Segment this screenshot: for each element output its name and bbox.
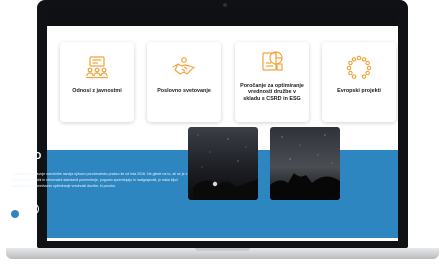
laptop-notch — [195, 248, 250, 251]
services-cards: Odnosi z javnostmi Poslovno svetovanje P… — [60, 42, 396, 122]
card-business-consulting[interactable]: Poslovno svetovanje — [147, 42, 221, 122]
site-header-bar — [47, 10, 398, 26]
card-label: Poslovno svetovanje — [157, 88, 211, 94]
accessibility-icon[interactable] — [9, 208, 21, 220]
card-european-projects[interactable]: Evropski projekti — [322, 42, 396, 122]
card-label: Evropski projekti — [337, 88, 381, 94]
report-chart-icon — [262, 51, 283, 71]
section-title: CSRD — [13, 151, 42, 162]
card-public-relations[interactable]: Odnosi z javnostmi — [60, 42, 134, 122]
card-csrd-esg-reporting[interactable]: Poročanje za optimiranje vrednosti družb… — [235, 42, 309, 122]
handshake-icon — [172, 57, 196, 75]
presentation-icon — [86, 56, 108, 79]
card-label: Odnosi z javnostmi — [72, 88, 122, 94]
night-sky-photo — [188, 127, 258, 200]
browser-screen: Odnosi z javnostmi Poslovno svetovanje P… — [47, 10, 398, 241]
eu-stars-icon — [346, 55, 372, 79]
milky-way-photo — [270, 127, 340, 200]
card-label: Poročanje za optimiranje vrednosti družb… — [240, 83, 304, 102]
section-description: Consensus za svoje naročnike razvija nji… — [13, 172, 188, 188]
webcam-icon — [223, 3, 227, 7]
